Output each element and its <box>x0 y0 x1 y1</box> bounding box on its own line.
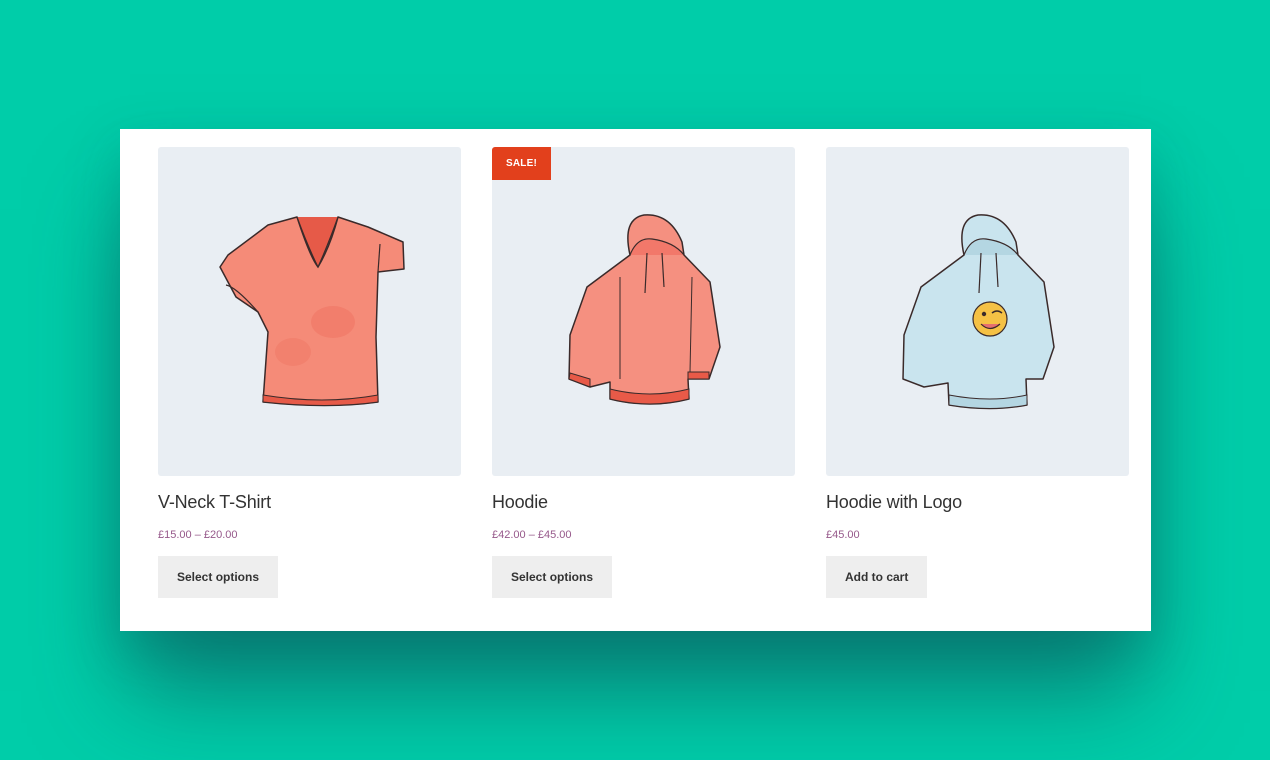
hoodie-with-logo-icon <box>902 214 1055 410</box>
product-price: £42.00 – £45.00 <box>492 529 572 541</box>
product-card: SALE! Hoodie £42.00 – £45.00 Select opti… <box>492 147 795 598</box>
product-price: £15.00 – £20.00 <box>158 529 238 541</box>
product-title[interactable]: Hoodie with Logo <box>826 490 1129 514</box>
sale-badge: SALE! <box>492 147 551 180</box>
select-options-button[interactable]: Select options <box>492 556 613 598</box>
add-to-cart-button[interactable]: Add to cart <box>826 556 928 598</box>
tshirt-icon <box>219 216 405 407</box>
product-image[interactable]: SALE! <box>492 147 795 476</box>
product-card: Hoodie with Logo £45.00 Add to cart <box>826 147 1129 598</box>
select-options-button[interactable]: Select options <box>158 556 279 598</box>
product-title[interactable]: V-Neck T-Shirt <box>158 490 461 514</box>
product-card: V-Neck T-Shirt £15.00 – £20.00 Select op… <box>158 147 461 598</box>
product-title[interactable]: Hoodie <box>492 490 795 514</box>
product-image[interactable] <box>158 147 461 476</box>
hoodie-icon <box>568 214 721 405</box>
product-price: £45.00 <box>826 529 860 541</box>
product-image[interactable] <box>826 147 1129 476</box>
product-grid: V-Neck T-Shirt £15.00 – £20.00 Select op… <box>120 129 1151 631</box>
